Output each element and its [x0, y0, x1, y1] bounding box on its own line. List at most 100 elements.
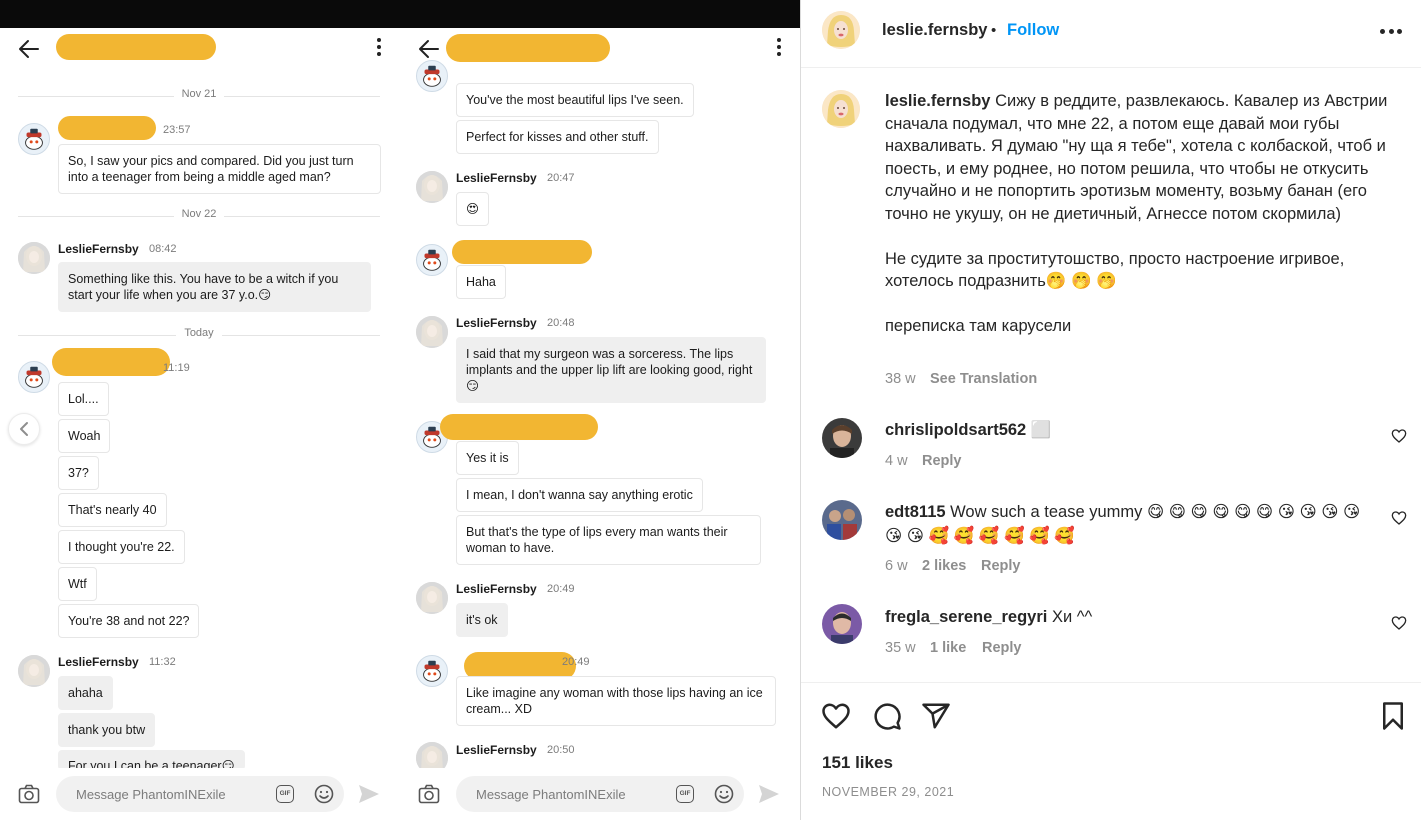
- avatar-snoo: [18, 123, 50, 155]
- more-options-icon[interactable]: [1380, 29, 1402, 35]
- gif-icon[interactable]: GIF: [276, 785, 294, 803]
- message-time: 23:57: [163, 124, 191, 136]
- comment-text: chrislipoldsart562 ⬜: [885, 421, 1052, 439]
- message-bubble: 😍: [456, 192, 490, 226]
- message-bubble: You've the most beautiful lips I've seen…: [456, 83, 694, 117]
- more-options-icon[interactable]: [376, 38, 382, 56]
- gif-icon[interactable]: GIF: [676, 785, 694, 803]
- instagram-post-panel: leslie.fernsby • Follow leslie.fernsby С…: [800, 0, 1421, 820]
- post-header: leslie.fernsby • Follow: [801, 0, 1421, 68]
- avatar-snoo: [18, 361, 50, 393]
- chat-pane-2: You've the most beautiful lips I've seen…: [400, 28, 800, 820]
- status-bar: [0, 0, 800, 28]
- avatar-leslie: [18, 655, 50, 687]
- sender-name: LeslieFernsby: [456, 316, 537, 330]
- camera-icon[interactable]: [418, 784, 440, 804]
- message-bubble: thank you btw: [58, 713, 156, 747]
- see-translation-link[interactable]: See Translation: [930, 371, 1037, 387]
- commenter-avatar[interactable]: [822, 500, 862, 540]
- message-bubble: it's ok: [456, 603, 508, 637]
- follow-button[interactable]: Follow: [1007, 21, 1059, 40]
- commenter-avatar[interactable]: [822, 604, 862, 644]
- comment-username[interactable]: chrislipoldsart562: [885, 421, 1026, 439]
- message-bubble: That's nearly 40: [58, 493, 167, 527]
- back-arrow-icon[interactable]: [16, 36, 42, 62]
- sender-name: LeslieFernsby: [456, 743, 537, 757]
- comment-like-icon[interactable]: [1391, 510, 1407, 526]
- redacted-name: [52, 348, 170, 376]
- message-bubble: I mean, I don't wanna say anything eroti…: [456, 478, 703, 512]
- emoji-icon[interactable]: [714, 784, 734, 804]
- message-bubble: Lol....: [58, 382, 109, 416]
- author-username[interactable]: leslie.fernsby: [882, 21, 987, 40]
- message-time: 20:49: [562, 656, 590, 668]
- commenter-avatar[interactable]: [822, 418, 862, 458]
- avatar-snoo: [416, 655, 448, 687]
- redacted-name: [58, 116, 156, 140]
- message-composer: Message PhantomINExile GIF: [400, 768, 800, 820]
- post-date: NOVEMBER 29, 2021: [822, 785, 955, 799]
- comment-like-icon[interactable]: [1391, 615, 1407, 631]
- message-input[interactable]: Message PhantomINExile GIF: [456, 776, 744, 812]
- comment-likes[interactable]: 2 likes: [922, 558, 966, 574]
- message-bubble: Like imagine any woman with those lips h…: [456, 676, 776, 726]
- comment-username[interactable]: fregla_serene_regyri: [885, 608, 1047, 626]
- message-input[interactable]: Message PhantomINExile GIF: [56, 776, 344, 812]
- message-time: 11:32: [149, 656, 176, 668]
- message-placeholder: Message PhantomINExile: [76, 787, 226, 802]
- caption-username[interactable]: leslie.fernsby: [885, 92, 990, 110]
- share-icon[interactable]: [921, 701, 951, 731]
- message-bubble: But that's the type of lips every man wa…: [456, 515, 761, 565]
- comment-age: 4 w: [885, 453, 908, 469]
- sender-name: LeslieFernsby: [58, 242, 139, 256]
- heart-icon[interactable]: [821, 701, 851, 731]
- avatar-leslie: [416, 582, 448, 614]
- sender-name: LeslieFernsby: [58, 655, 139, 669]
- avatar-leslie: [416, 171, 448, 203]
- redacted-name: [452, 240, 592, 264]
- chat-pane-1: Nov 21 23:57 So, I saw your pics and com…: [0, 28, 400, 820]
- message-bubble: 37?: [58, 456, 99, 490]
- message-time: 20:48: [547, 317, 575, 329]
- chat-header: [0, 28, 400, 72]
- comment-likes[interactable]: 1 like: [930, 640, 966, 656]
- message-bubble: Yes it is: [456, 441, 519, 475]
- message-bubble: You're 38 and not 22?: [58, 604, 200, 638]
- more-options-icon[interactable]: [776, 38, 782, 56]
- author-avatar[interactable]: [822, 11, 860, 49]
- comment-age: 35 w: [885, 640, 916, 656]
- comment-icon[interactable]: [872, 701, 902, 731]
- message-bubble: Woah: [58, 419, 111, 453]
- message-bubble: Perfect for kisses and other stuff.: [456, 120, 659, 154]
- camera-icon[interactable]: [18, 784, 40, 804]
- reply-button[interactable]: Reply: [922, 453, 962, 469]
- likes-count[interactable]: 151 likes: [822, 753, 893, 773]
- date-separator: Today: [18, 327, 380, 343]
- post-caption: leslie.fernsby Сижу в реддите, развлекаю…: [885, 90, 1397, 337]
- caption-avatar[interactable]: [822, 90, 860, 128]
- message-time: 20:47: [547, 172, 575, 184]
- reply-button[interactable]: Reply: [982, 640, 1022, 656]
- emoji-icon[interactable]: [314, 784, 334, 804]
- message-time: 11:19: [163, 362, 190, 374]
- comment-text: edt8115 Wow such a tease yummy 😋 😋 😋 😋 😋…: [885, 503, 1361, 545]
- message-bubble: Wtf: [58, 567, 97, 601]
- redacted-name: [56, 34, 216, 60]
- carousel-prev-button[interactable]: [8, 413, 40, 445]
- back-arrow-icon[interactable]: [416, 36, 442, 62]
- send-icon[interactable]: [758, 784, 780, 804]
- reply-button[interactable]: Reply: [981, 558, 1021, 574]
- send-icon[interactable]: [358, 784, 380, 804]
- message-bubble: For you I can be a teenager😏: [58, 750, 245, 770]
- redacted-name: [440, 414, 598, 440]
- message-composer: Message PhantomINExile GIF: [0, 768, 400, 820]
- separator-dot: •: [991, 22, 997, 39]
- message-bubble: Haha: [456, 265, 506, 299]
- bookmark-icon[interactable]: [1378, 701, 1408, 731]
- avatar-snoo: [416, 60, 448, 92]
- comment-username[interactable]: edt8115: [885, 503, 946, 521]
- avatar-snoo: [416, 244, 448, 276]
- comment-like-icon[interactable]: [1391, 428, 1407, 444]
- caption-text: переписка там карусели: [885, 316, 1072, 335]
- post-actions: 151 likes NOVEMBER 29, 2021: [801, 682, 1421, 820]
